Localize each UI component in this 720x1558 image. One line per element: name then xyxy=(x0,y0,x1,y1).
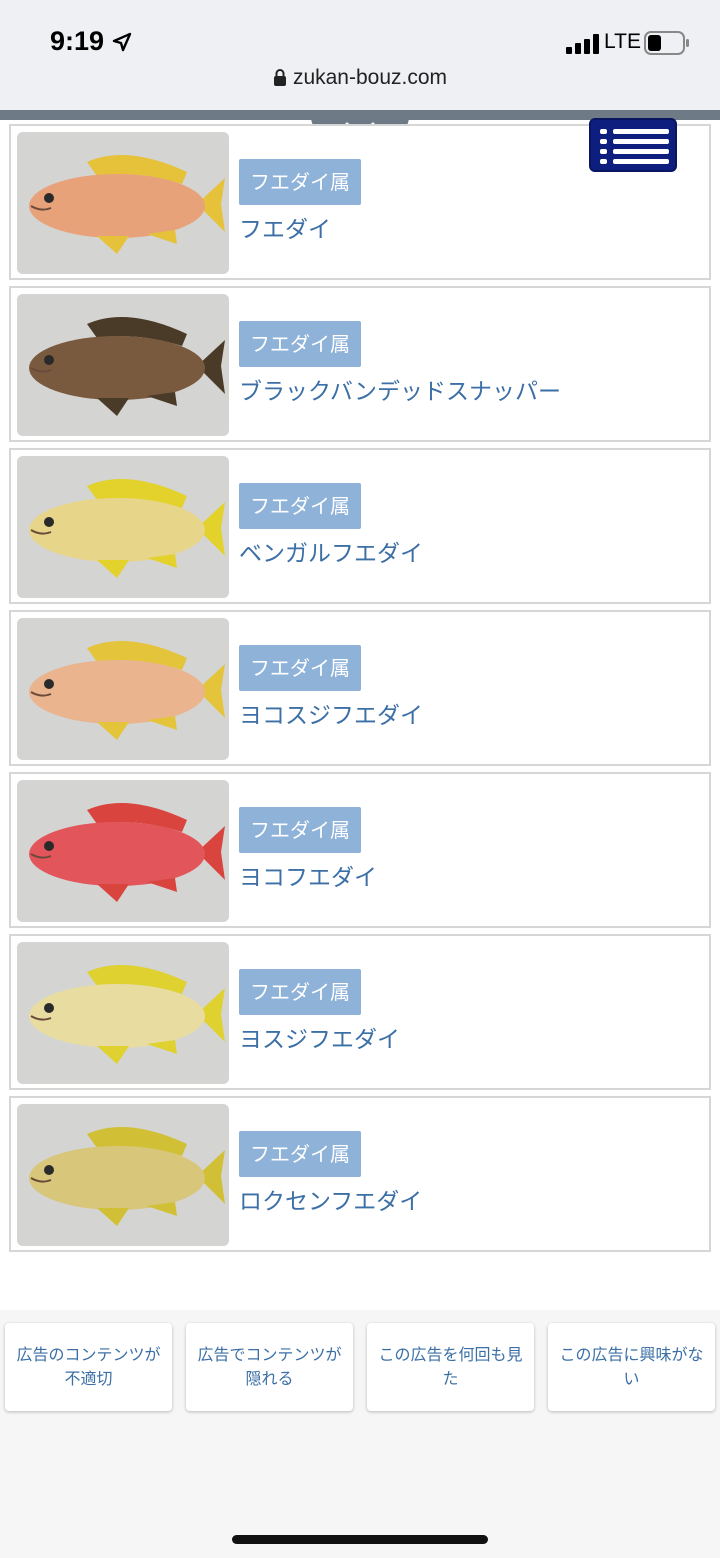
fish-name-link[interactable]: ヨスジフエダイ xyxy=(239,1020,400,1054)
fish-photo[interactable] xyxy=(17,618,229,760)
fish-name-link[interactable]: ロクセンフエダイ xyxy=(239,1182,422,1216)
genus-badge[interactable]: フエダイ属 xyxy=(239,969,361,1015)
ad-feedback-seen-multiple-button[interactable]: この広告を何回も見た xyxy=(367,1323,534,1411)
address-bar[interactable]: zukan-bouz.com xyxy=(0,66,720,90)
fish-name-link[interactable]: ブラックバンデッドスナッパー xyxy=(239,372,561,406)
battery-icon xyxy=(644,31,689,55)
fish-photo[interactable] xyxy=(17,132,229,274)
lock-icon xyxy=(273,69,286,86)
browser-top-bar: 9:19 LTE zukan-bouz.com xyxy=(0,0,720,110)
url-text: zukan-bouz.com xyxy=(292,66,448,89)
genus-badge[interactable]: フエダイ属 xyxy=(239,321,361,367)
genus-badge[interactable]: フエダイ属 xyxy=(239,159,361,205)
genus-badge[interactable]: フエダイ属 xyxy=(239,483,361,529)
network-type: LTE xyxy=(604,30,641,53)
fish-photo[interactable] xyxy=(17,1104,229,1246)
ad-feedback-area: 広告のコンテンツが不適切 広告でコンテンツが隠れる この広告を何回も見た この広… xyxy=(0,1310,720,1558)
fish-card[interactable]: フエダイ属ヨコフエダイ xyxy=(9,772,711,928)
fish-name-link[interactable]: ベンガルフエダイ xyxy=(239,534,423,568)
menu-button[interactable] xyxy=(589,118,677,172)
genus-badge[interactable]: フエダイ属 xyxy=(239,645,361,691)
cellular-signal-icon xyxy=(566,34,599,54)
genus-badge[interactable]: フエダイ属 xyxy=(239,807,361,853)
fish-card[interactable]: フエダイ属ベンガルフエダイ xyxy=(9,448,711,604)
fish-name-link[interactable]: ヨコスジフエダイ xyxy=(239,696,423,730)
fish-list: フエダイ属 フエダイ フエダイ属 ブラックバンデッドスナッパー フエダイ属 ベンガルフエダ… xyxy=(9,124,711,1258)
fish-name-link[interactable]: ヨコフエダイ xyxy=(239,858,377,892)
fish-photo[interactable] xyxy=(17,780,229,922)
fish-photo[interactable] xyxy=(17,942,229,1084)
fish-card[interactable]: フエダイ属ロクセンフエダイ xyxy=(9,1096,711,1252)
fish-photo[interactable] xyxy=(17,456,229,598)
ad-feedback-inappropriate-button[interactable]: 広告のコンテンツが不適切 xyxy=(5,1323,172,1411)
fish-photo[interactable] xyxy=(17,294,229,436)
ad-feedback-covers-content-button[interactable]: 広告でコンテンツが隠れる xyxy=(186,1323,353,1411)
ad-feedback-not-interested-button[interactable]: この広告に興味がない xyxy=(548,1323,715,1411)
location-arrow-icon xyxy=(112,32,132,52)
status-time: 9:19 xyxy=(50,26,105,56)
genus-badge[interactable]: フエダイ属 xyxy=(239,1131,361,1177)
fish-card[interactable]: フエダイ属ヨスジフエダイ xyxy=(9,934,711,1090)
fish-card[interactable]: フエダイ属ヨコスジフエダイ xyxy=(9,610,711,766)
fish-name-link[interactable]: フエダイ xyxy=(239,210,331,244)
home-indicator xyxy=(232,1535,488,1544)
fish-card[interactable]: フエダイ属ブラックバンデッドスナッパー xyxy=(9,286,711,442)
